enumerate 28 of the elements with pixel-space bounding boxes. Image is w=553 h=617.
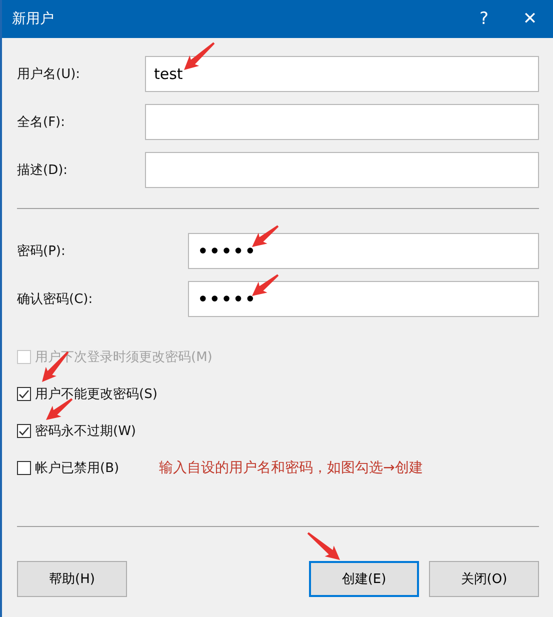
arrow-icon bbox=[184, 42, 215, 70]
checkbox[interactable] bbox=[17, 387, 31, 401]
checkbox-label: 密码永不过期(W) bbox=[35, 423, 136, 440]
help-button[interactable]: ? bbox=[461, 0, 507, 38]
input-field[interactable] bbox=[145, 152, 539, 188]
field-label: 用户名(U): bbox=[17, 66, 82, 83]
checkbox-label: 帐户已禁用(B) bbox=[35, 460, 120, 477]
arrow-icon bbox=[252, 225, 279, 247]
field-label: 全名(F): bbox=[17, 114, 66, 131]
dialog-button[interactable]: 关闭(O) bbox=[429, 561, 539, 597]
password-field[interactable]: ••••• bbox=[188, 281, 539, 317]
checkbox[interactable] bbox=[17, 461, 31, 475]
dialog-button[interactable]: 帮助(H) bbox=[17, 561, 127, 597]
field-label: 确认密码(C): bbox=[17, 291, 94, 308]
password-field[interactable]: ••••• bbox=[188, 233, 539, 269]
field-label: 描述(D): bbox=[17, 162, 69, 179]
annotation-text: 输入自设的用户名和密码，如图勾选→创建 bbox=[159, 459, 423, 477]
arrow-icon bbox=[46, 398, 73, 420]
checkbox[interactable] bbox=[17, 424, 31, 438]
input-field[interactable]: test bbox=[145, 56, 539, 92]
arrow-icon bbox=[252, 274, 279, 296]
input-field[interactable] bbox=[145, 104, 539, 140]
close-button[interactable]: ✕ bbox=[507, 0, 553, 38]
field-label: 密码(P): bbox=[17, 243, 66, 260]
window-title: 新用户 bbox=[12, 10, 54, 28]
arrow-icon bbox=[307, 532, 340, 560]
checkbox-label: 用户不能更改密码(S) bbox=[35, 386, 158, 403]
dialog-button[interactable]: 创建(E) bbox=[309, 561, 419, 597]
